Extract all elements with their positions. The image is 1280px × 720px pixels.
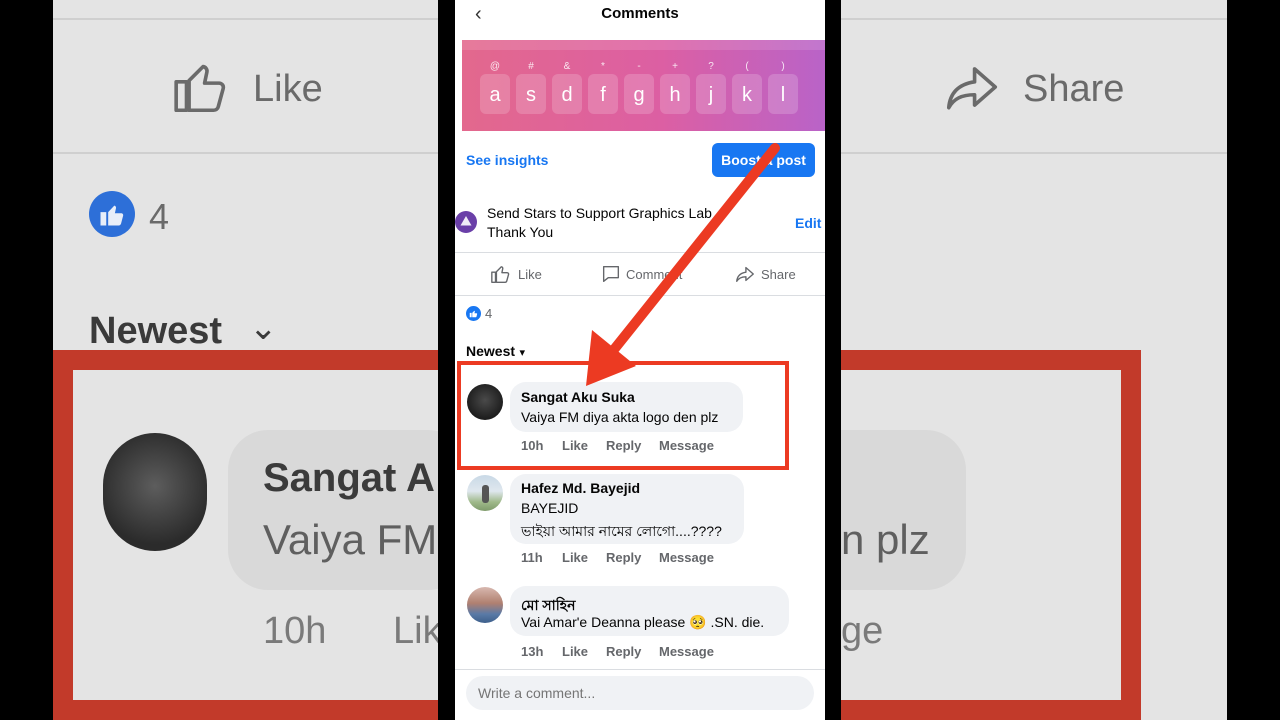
- bg-like-action: Lik: [393, 610, 438, 652]
- keyboard-key-d[interactable]: & d: [552, 61, 582, 114]
- stars-text-line1: Send Stars to Support Graphics Lab: [487, 205, 712, 221]
- bg-share-icon: [946, 67, 998, 110]
- keyboard-key-l[interactable]: ) l: [768, 61, 798, 114]
- keyboard-key-g[interactable]: -g: [624, 61, 654, 114]
- like-button[interactable]: Like: [490, 262, 560, 286]
- comment-message-button[interactable]: Message: [659, 550, 714, 565]
- avatar[interactable]: [467, 475, 503, 511]
- see-insights-link[interactable]: See insights: [466, 152, 548, 168]
- bg-time: 10h: [263, 610, 327, 652]
- comment-reply-button[interactable]: Reply: [606, 644, 641, 659]
- comment-input[interactable]: [466, 676, 814, 710]
- comment-text: ভাইয়া আমার নামের লোগো....????: [521, 523, 722, 539]
- bg-avatar: [103, 433, 207, 551]
- comment-like-button[interactable]: Like: [562, 550, 588, 565]
- comment-icon: [602, 265, 620, 283]
- comment-like-button[interactable]: Like: [562, 644, 588, 659]
- comment-time: 13h: [521, 644, 544, 659]
- bg-like-text: Like: [253, 68, 323, 110]
- keyboard-key-s[interactable]: # s: [516, 61, 546, 114]
- bg-name: Sangat A: [263, 456, 435, 500]
- comment-text: BAYEJID: [521, 500, 579, 516]
- reaction-count[interactable]: 4: [485, 306, 492, 321]
- chevron-down-icon: ▾: [519, 347, 526, 359]
- bg-comment-text: Vaiya FM: [263, 516, 438, 563]
- bg-share-text: Share: [1023, 68, 1125, 110]
- share-button[interactable]: Share: [734, 262, 804, 286]
- highlight-box: [457, 361, 789, 470]
- bg-like-icon: [174, 64, 226, 113]
- background-right-panel: Share n plz ge: [841, 0, 1227, 720]
- bg-message-action: ge: [841, 610, 884, 652]
- like-reaction-icon: [466, 306, 481, 321]
- keyboard-key-f[interactable]: * f: [588, 61, 618, 114]
- keyboard-key-h[interactable]: + h: [660, 61, 690, 114]
- keyboard-key-k[interactable]: (k: [732, 61, 762, 114]
- comment-button[interactable]: Comment: [600, 262, 700, 286]
- share-label: Share: [761, 267, 796, 282]
- bg-sort: Newest: [89, 310, 223, 352]
- comment-text: Vai Amar'e Deanna please 🥺 .SN. die.: [521, 614, 765, 630]
- bg-count: 4: [149, 196, 170, 237]
- stars-text-line2: Thank You: [487, 224, 554, 240]
- like-label: Like: [518, 267, 542, 282]
- background-left-panel: Like 4 Newest ⌄ Sangat A Vaiya FM 10h Li…: [53, 0, 438, 720]
- share-icon: [736, 266, 754, 283]
- like-icon: [491, 266, 510, 283]
- sort-dropdown[interactable]: Newest ▾: [466, 343, 525, 361]
- keyboard-key-a[interactable]: @ a: [480, 61, 510, 114]
- page-title: Comments: [601, 5, 679, 22]
- boost-post-button[interactable]: Boost a post: [712, 143, 815, 177]
- comment-message-button[interactable]: Message: [659, 644, 714, 659]
- bg-chevron-down-icon: ⌄: [249, 309, 278, 347]
- comment-author[interactable]: Hafez Md. Bayejid: [521, 480, 640, 496]
- sort-label: Newest: [466, 343, 516, 359]
- comment-reply-button[interactable]: Reply: [606, 550, 641, 565]
- bg-comment-tail: n plz: [841, 516, 930, 563]
- comments-header: ‹ Comments: [455, 0, 825, 40]
- keyboard: @ a # s & d * f - g + h? j(k) l: [462, 40, 825, 131]
- edit-link[interactable]: Edit: [795, 215, 821, 231]
- keyboard-key-j[interactable]: ? j: [696, 61, 726, 114]
- avatar[interactable]: [467, 587, 503, 623]
- comment-label: Comment: [626, 267, 683, 282]
- comment-time: 11h: [521, 550, 543, 565]
- bg-reaction-icon: [89, 191, 135, 237]
- stars-icon: [455, 211, 477, 233]
